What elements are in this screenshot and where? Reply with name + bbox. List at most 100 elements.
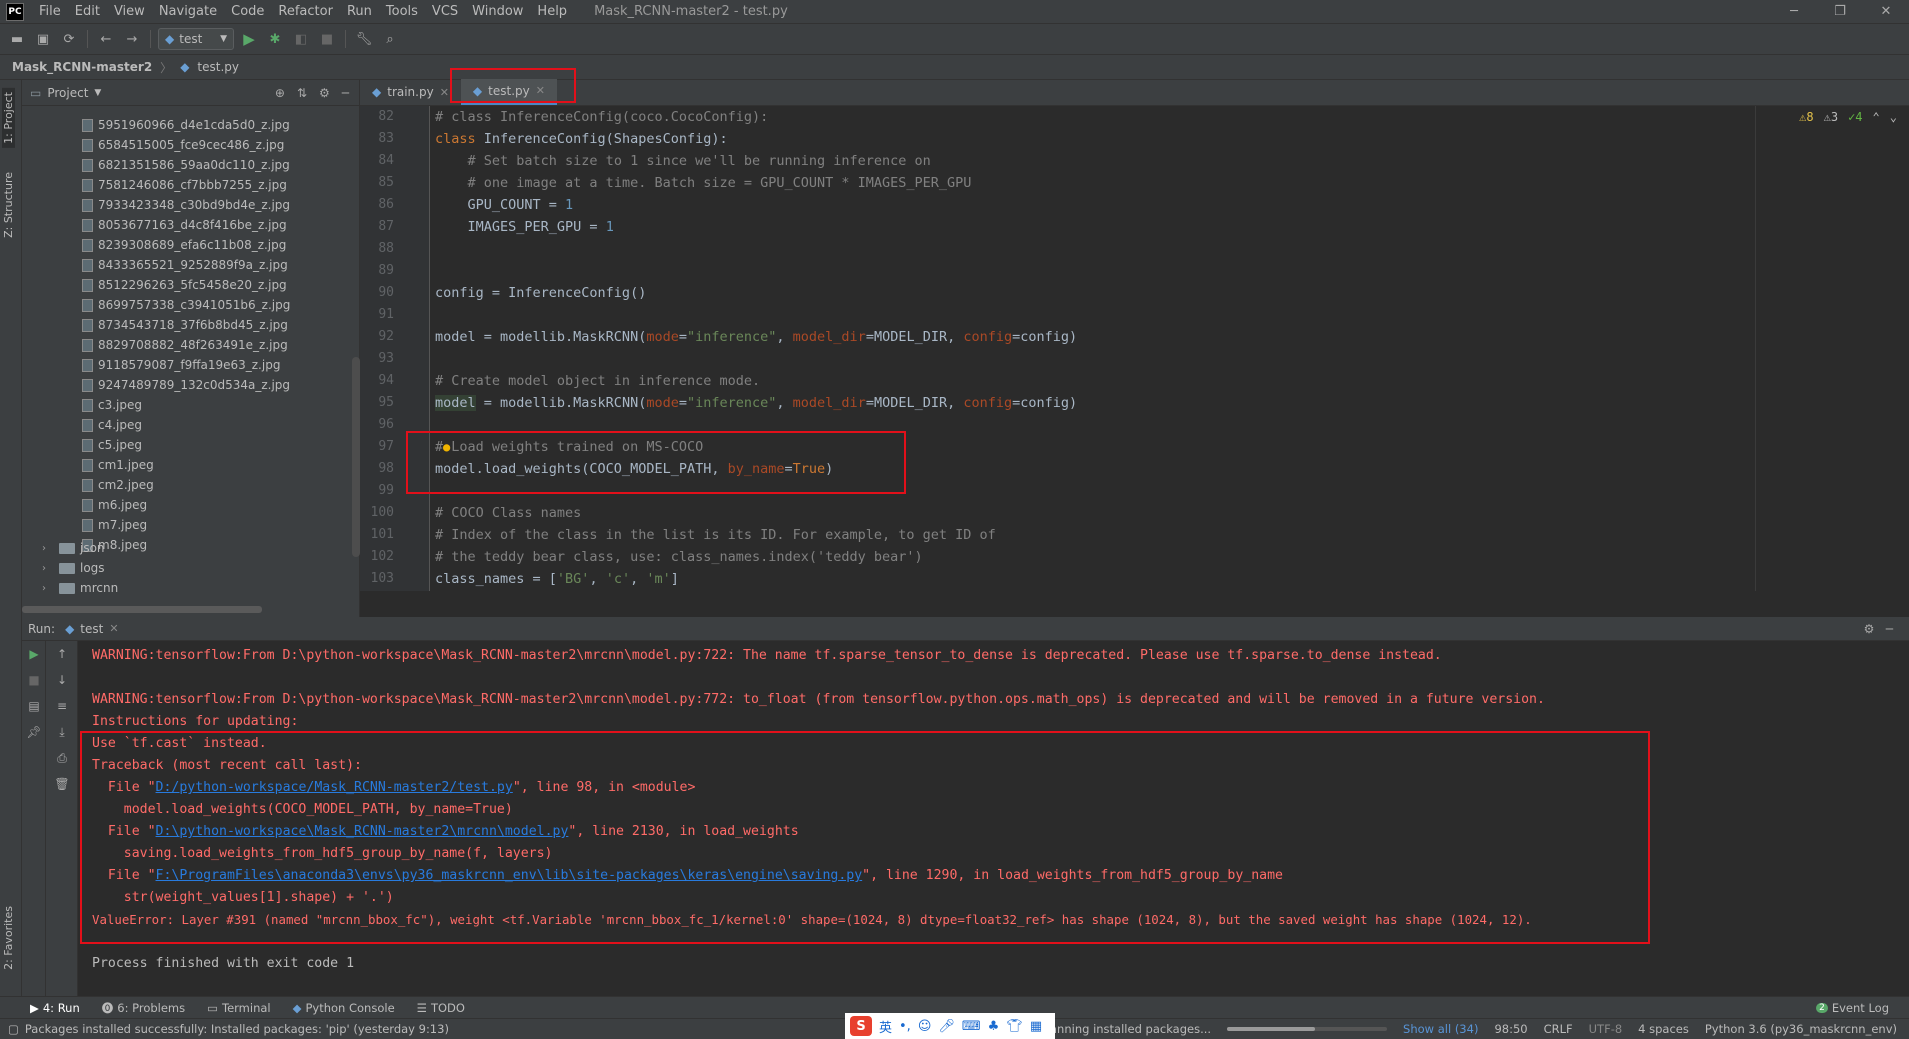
debug-icon[interactable]: ✱ — [264, 28, 286, 50]
run-console[interactable]: WARNING:tensorflow:From D:\python-worksp… — [78, 641, 1909, 1006]
close-tab-icon[interactable]: ✕ — [440, 86, 449, 99]
status-message[interactable]: Packages installed successfully: Install… — [25, 1022, 449, 1036]
run-icon[interactable]: ▶ — [238, 28, 260, 50]
lightbulb-icon[interactable]: ● — [443, 440, 450, 454]
tree-file[interactable]: c4.jpeg — [82, 415, 142, 435]
scroll-to-end-icon[interactable]: ⤓ — [54, 725, 70, 741]
tree-file[interactable]: 9118579087_f9ffa19e63_z.jpg — [82, 355, 280, 375]
menu-vcs[interactable]: VCS — [425, 4, 465, 19]
ime-language-toggle[interactable]: 英 — [879, 1017, 892, 1036]
tool-tab-problems[interactable]: ⓿ 6: Problems — [102, 1000, 185, 1016]
traceback-link[interactable]: F:\ProgramFiles\anaconda3\envs\py36_mask… — [156, 868, 863, 883]
tree-file[interactable]: m7.jpeg — [82, 515, 147, 535]
menu-file[interactable]: File — [32, 4, 68, 19]
tool-tab-python-console[interactable]: ◆ Python Console — [293, 1001, 395, 1015]
tree-file[interactable]: 8699757338_c3941051b6_z.jpg — [82, 295, 290, 315]
rerun-icon[interactable]: ▶ — [26, 647, 42, 663]
search-icon[interactable]: ⌕ — [379, 28, 401, 50]
tree-file[interactable]: 6584515005_fce9cec486_z.jpg — [82, 135, 284, 155]
inspection-widget[interactable]: ⚠8 ⚠3 ✓4 ⌃ ⌄ — [1799, 110, 1897, 124]
tree-file[interactable]: c5.jpeg — [82, 435, 142, 455]
tree-file[interactable]: 8239308689_efa6c11b08_z.jpg — [82, 235, 286, 255]
gear-icon[interactable]: ⚙ ─ — [1864, 622, 1909, 636]
file-encoding[interactable]: UTF-8 — [1589, 1022, 1623, 1036]
save-icon[interactable]: ▣ — [32, 28, 54, 50]
status-square-icon[interactable]: ▢ — [8, 1022, 19, 1036]
close-tab-icon[interactable]: ✕ — [109, 622, 118, 635]
tab-train-py[interactable]: ◆ train.py ✕ — [360, 79, 461, 105]
open-folder-icon[interactable]: ▬ — [6, 28, 28, 50]
tree-file[interactable]: m6.jpeg — [82, 495, 147, 515]
breadcrumb-project[interactable]: Mask_RCNN-master2 — [12, 60, 152, 74]
restore-layout-icon[interactable]: ▤ — [26, 699, 42, 715]
coverage-icon[interactable]: ◧ — [290, 28, 312, 50]
tree-file[interactable]: 5951960966_d4e1cda5d0_z.jpg — [82, 115, 290, 135]
menu-code[interactable]: Code — [224, 4, 271, 19]
locate-icon[interactable]: ⊕ — [275, 86, 285, 100]
run-tab-test[interactable]: ◆ test ✕ — [65, 622, 119, 636]
tree-file[interactable]: cm1.jpeg — [82, 455, 154, 475]
run-config-selector[interactable]: ◆ test ▼ — [158, 28, 234, 50]
line-separator[interactable]: CRLF — [1544, 1022, 1573, 1036]
tree-file[interactable]: 8433365521_9252889f9a_z.jpg — [82, 255, 288, 275]
project-view-selector[interactable]: Project — [47, 86, 88, 100]
chevron-right-icon[interactable]: › — [42, 543, 54, 554]
tree-folder-logs[interactable]: › logs — [42, 558, 105, 578]
gear-icon[interactable]: ⚙ — [319, 86, 330, 100]
caret-position[interactable]: 98:50 — [1494, 1022, 1527, 1036]
tree-folder-json[interactable]: › json — [42, 538, 105, 558]
collapse-icon[interactable]: ⇅ — [297, 86, 307, 100]
breadcrumb-file[interactable]: test.py — [197, 60, 239, 74]
tool-tab-event-log[interactable]: 2 Event Log — [1816, 1001, 1909, 1015]
indent-setting[interactable]: 4 spaces — [1638, 1022, 1689, 1036]
show-all-link[interactable]: Show all (34) — [1403, 1022, 1478, 1036]
soft-wrap-icon[interactable]: ≡ — [54, 699, 70, 715]
print-icon[interactable]: ⎙ — [54, 751, 70, 767]
project-horizontal-scrollbar[interactable] — [22, 606, 262, 613]
tree-file[interactable]: 8512296263_5fc5458e20_z.jpg — [82, 275, 287, 295]
tree-file[interactable]: c3.jpeg — [82, 395, 142, 415]
tree-file[interactable]: 8053677163_d4c8f416be_z.jpg — [82, 215, 287, 235]
menu-help[interactable]: Help — [530, 4, 574, 19]
interpreter-selector[interactable]: Python 3.6 (py36_maskrcnn_env) — [1705, 1022, 1897, 1036]
stop-icon[interactable]: ■ — [316, 28, 338, 50]
chevron-right-icon[interactable]: › — [42, 563, 54, 574]
ime-toolbar[interactable]: S 英 •, ☺ 🎤︎ ⌨ ♣ 👕︎ ▦ — [845, 1013, 1055, 1039]
tool-tab-terminal[interactable]: ▭ Terminal — [207, 1001, 270, 1015]
shirt-icon[interactable]: 👕︎ — [1006, 1019, 1023, 1034]
skin-icon[interactable]: ♣ — [988, 1019, 1000, 1034]
sync-icon[interactable]: ⟳ — [58, 28, 80, 50]
chevron-up-icon[interactable]: ⌃ — [1873, 110, 1880, 124]
favorites-tool-tab[interactable]: 2: Favorites — [2, 906, 15, 970]
menu-tools[interactable]: Tools — [379, 4, 425, 19]
stop-icon[interactable]: ■ — [26, 673, 42, 689]
close-tab-icon[interactable]: ✕ — [536, 84, 545, 97]
chevron-right-icon[interactable]: › — [42, 583, 54, 594]
trash-icon[interactable]: 🗑︎ — [54, 777, 70, 793]
tree-file[interactable]: 7933423348_c30bd9bd4e_z.jpg — [82, 195, 290, 215]
tree-file[interactable]: 6821351586_59aa0dc110_z.jpg — [82, 155, 290, 175]
wrench-icon[interactable]: 🔧︎ — [353, 28, 375, 50]
menu-view[interactable]: View — [107, 4, 152, 19]
project-scrollbar[interactable] — [352, 357, 360, 557]
project-tool-tab[interactable]: 1: Project — [2, 88, 15, 148]
menu-refactor[interactable]: Refactor — [271, 4, 340, 19]
keyboard-icon[interactable]: ⌨ — [962, 1019, 981, 1034]
tool-tab-run[interactable]: ▶ 4: Run — [30, 1001, 80, 1015]
tree-file[interactable]: 9247489789_132c0d534a_z.jpg — [82, 375, 290, 395]
tree-file[interactable]: cm2.jpeg — [82, 475, 154, 495]
tree-folder-mrcnn[interactable]: › mrcnn — [42, 578, 118, 598]
menu-edit[interactable]: Edit — [68, 4, 107, 19]
menu-window[interactable]: Window — [465, 4, 530, 19]
forward-icon[interactable]: → — [121, 28, 143, 50]
punctuation-icon[interactable]: •, — [899, 1019, 911, 1034]
chevron-down-icon[interactable]: ▼ — [94, 88, 101, 98]
restore-icon[interactable]: ❐ — [1817, 0, 1863, 24]
traceback-link[interactable]: D:/python-workspace/Mask_RCNN-master2/te… — [156, 780, 513, 795]
hide-icon[interactable]: ─ — [342, 86, 349, 100]
tree-file[interactable]: 8829708882_48f263491e_z.jpg — [82, 335, 288, 355]
grid-icon[interactable]: ▦ — [1030, 1019, 1042, 1034]
traceback-link[interactable]: D:\python-workspace\Mask_RCNN-master2\mr… — [156, 824, 569, 839]
pin-icon[interactable]: 📌︎ — [26, 725, 42, 741]
minimize-icon[interactable]: ─ — [1771, 0, 1817, 24]
